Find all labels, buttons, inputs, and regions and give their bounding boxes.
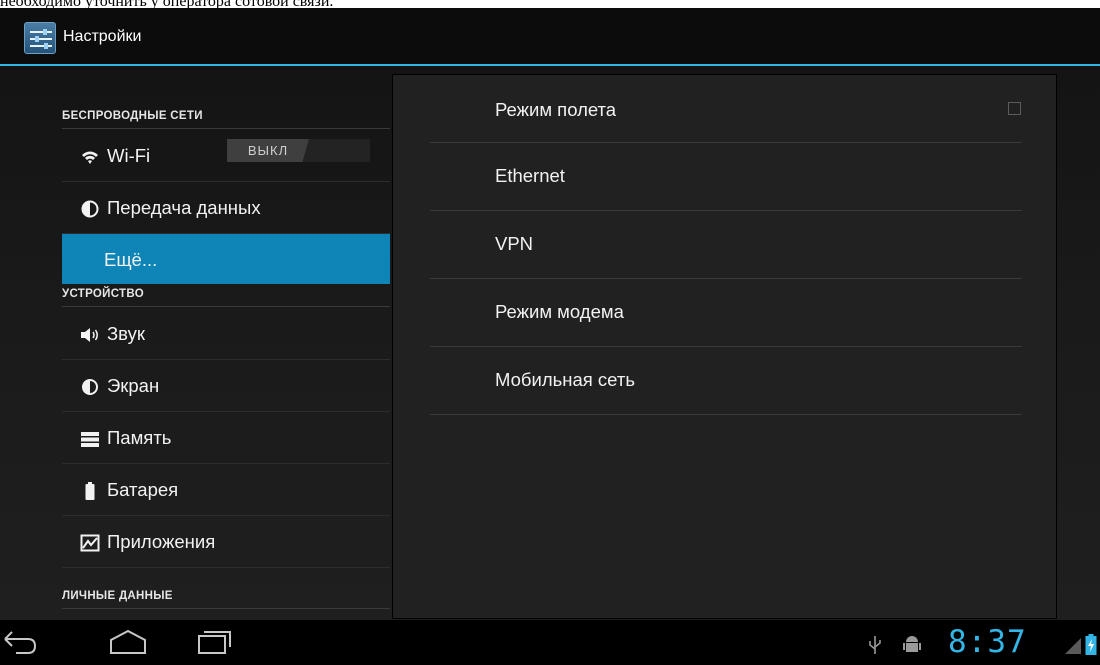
mobile-network-label: Мобильная сеть: [495, 369, 635, 390]
wifi-toggle-track: [302, 139, 370, 162]
section-header-personal: ЛИЧНЫЕ ДАННЫЕ: [62, 586, 390, 609]
header-more[interactable]: Ещё...: [62, 234, 390, 284]
wifi-label: Wi-Fi: [107, 145, 151, 166]
storage-label: Память: [107, 427, 172, 448]
section-header-device: УСТРОЙСТВО: [62, 284, 390, 307]
battery-icon: [85, 482, 95, 500]
home-icon[interactable]: [108, 627, 148, 657]
airplane-mode-checkbox[interactable]: [1008, 102, 1021, 115]
battery-label: Батарея: [107, 479, 179, 500]
status-clock: 8:37: [948, 624, 1027, 660]
apps-icon: [80, 534, 100, 552]
more-label: Ещё...: [104, 249, 158, 270]
section-header-wireless: БЕСПРОВОДНЫЕ СЕТИ: [62, 106, 390, 129]
back-icon[interactable]: [2, 627, 38, 657]
header-battery[interactable]: Батарея: [62, 464, 390, 516]
header-storage[interactable]: Память: [62, 412, 390, 464]
data-usage-icon: [81, 200, 99, 218]
settings-headers-list: БЕСПРОВОДНЫЕ СЕТИ Wi-Fi ВЫКЛ Передача да…: [0, 66, 392, 624]
display-label: Экран: [107, 375, 160, 396]
header-wifi[interactable]: Wi-Fi ВЫКЛ: [62, 130, 390, 182]
action-bar: Настройки: [0, 8, 1100, 66]
pref-vpn[interactable]: VPN: [430, 211, 1022, 279]
wifi-toggle[interactable]: ВЫКЛ: [227, 139, 370, 162]
recent-apps-icon[interactable]: [196, 627, 232, 657]
tethering-label: Режим модема: [495, 301, 624, 322]
battery-status-icon: [1085, 634, 1097, 655]
app-title: Настройки: [63, 28, 142, 45]
header-display[interactable]: Экран: [62, 360, 390, 412]
android-screen: Настройки БЕСПРОВОДНЫЕ СЕТИ Wi-Fi ВЫКЛ П…: [0, 8, 1100, 665]
pref-airplane-mode[interactable]: Режим полета: [430, 75, 1022, 143]
pref-tethering[interactable]: Режим модема: [430, 279, 1022, 347]
wifi-icon: [82, 151, 98, 164]
ethernet-label: Ethernet: [495, 165, 565, 186]
signal-icon: [1065, 638, 1081, 654]
header-sound[interactable]: Звук: [62, 308, 390, 360]
wireless-more-pane: Режим полета Ethernet VPN Режим модема М…: [392, 74, 1057, 619]
header-data-usage[interactable]: Передача данных: [62, 182, 390, 234]
storage-icon: [81, 432, 99, 447]
apps-label: Приложения: [107, 531, 216, 552]
vpn-label: VPN: [495, 233, 534, 254]
airplane-mode-label: Режим полета: [495, 99, 617, 120]
pref-mobile-network[interactable]: Мобильная сеть: [430, 347, 1022, 415]
data-usage-label: Передача данных: [107, 197, 261, 218]
usb-icon: [869, 636, 881, 654]
page-caption: необходимо уточнить у оператора сотовой …: [0, 0, 1100, 8]
android-debug-icon: [903, 636, 921, 652]
pref-ethernet[interactable]: Ethernet: [430, 143, 1022, 211]
sound-label: Звук: [107, 323, 145, 344]
speaker-icon: [81, 328, 98, 342]
system-bar: 8:37: [0, 620, 1100, 665]
settings-icon[interactable]: [24, 22, 56, 54]
wifi-toggle-off: ВЫКЛ: [227, 139, 309, 162]
header-apps[interactable]: Приложения: [62, 516, 390, 568]
brightness-icon: [82, 379, 98, 395]
